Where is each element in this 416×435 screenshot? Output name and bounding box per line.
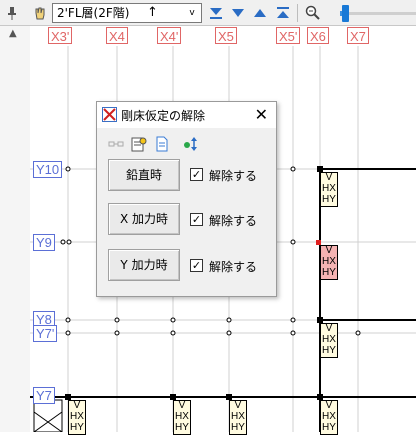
document-icon[interactable]	[154, 136, 170, 152]
member-tag-selected[interactable]: V HX HY	[320, 245, 338, 280]
column-label: X5	[215, 27, 237, 44]
row-label: Y9	[33, 234, 55, 251]
floor-select[interactable]: 2'FL層(2F階) ↑ v	[52, 3, 202, 23]
toolbar-separator	[297, 4, 298, 22]
row-label: Y7'	[33, 325, 58, 342]
row-label: Y7	[33, 387, 55, 404]
dialog-titlebar[interactable]: 剛床仮定の解除 ✕	[97, 102, 276, 128]
zoom-slider-track	[340, 12, 416, 15]
tag-hy: HY	[322, 422, 336, 433]
release-y-label: 解除する	[209, 260, 258, 274]
column-label: X4'	[157, 27, 182, 44]
zoom-slider-thumb[interactable]	[341, 5, 349, 22]
move-top-icon[interactable]	[273, 3, 293, 23]
row-label: Y10	[33, 161, 63, 178]
tag-hy: HY	[322, 267, 336, 278]
tag-hy: HY	[322, 345, 336, 356]
floor-select-value: 2'FL層(2F階)	[57, 6, 130, 20]
column-label: X6	[307, 27, 329, 44]
pin-icon[interactable]	[2, 3, 22, 23]
floor-up-arrow-icon[interactable]: ↑	[147, 4, 158, 22]
vertical-load-button[interactable]: 鉛直時	[108, 159, 180, 191]
link-icon[interactable]	[108, 136, 124, 152]
properties-icon[interactable]	[131, 136, 147, 152]
column-label: X7	[347, 27, 369, 44]
scroll-up-icon[interactable]: ▲	[9, 28, 17, 39]
rigid-floor-release-dialog: 剛床仮定の解除 ✕ 鉛直時 ✓ 解除する X 加力時 ✓ 解除する Y 加力時 …	[96, 101, 277, 297]
hand-icon[interactable]	[30, 3, 50, 23]
release-y-checkbox[interactable]: ✓	[190, 259, 203, 272]
dialog-title: 剛床仮定の解除	[121, 109, 206, 123]
zoom-slider[interactable]	[332, 3, 416, 23]
left-ruler: ▲	[0, 26, 30, 432]
chevron-down-icon[interactable]: v	[185, 4, 199, 22]
column-label: X4	[106, 27, 128, 44]
x-load-button[interactable]: X 加力時	[108, 203, 180, 235]
member-tag[interactable]: V HX HY	[320, 172, 338, 207]
member-tag[interactable]: V HX HY	[68, 400, 86, 435]
member-tag[interactable]: V HX HY	[320, 323, 338, 358]
release-vertical-label: 解除する	[209, 169, 258, 183]
move-updown-icon[interactable]	[183, 136, 199, 152]
member-tag[interactable]: V HX HY	[320, 400, 338, 435]
move-down-icon[interactable]	[228, 3, 248, 23]
toolbar: 2'FL層(2F階) ↑ v	[0, 0, 416, 26]
member-tag[interactable]: V HX HY	[173, 400, 191, 435]
member-tag[interactable]: V HX HY	[229, 400, 247, 435]
release-x-checkbox[interactable]: ✓	[190, 213, 203, 226]
tag-hy: HY	[231, 422, 245, 433]
close-icon[interactable]: ✕	[255, 105, 268, 124]
zoom-icon[interactable]	[303, 3, 323, 23]
move-up-icon[interactable]	[250, 3, 270, 23]
tag-hy: HY	[322, 194, 336, 205]
app-icon	[102, 107, 117, 125]
move-bottom-icon[interactable]	[206, 3, 226, 23]
y-load-button[interactable]: Y 加力時	[108, 249, 180, 281]
tag-hy: HY	[175, 422, 189, 433]
column-label: X3'	[48, 27, 73, 44]
release-vertical-checkbox[interactable]: ✓	[190, 168, 203, 181]
column-label: X5'	[276, 27, 301, 44]
tag-hy: HY	[70, 422, 84, 433]
release-x-label: 解除する	[209, 214, 258, 228]
